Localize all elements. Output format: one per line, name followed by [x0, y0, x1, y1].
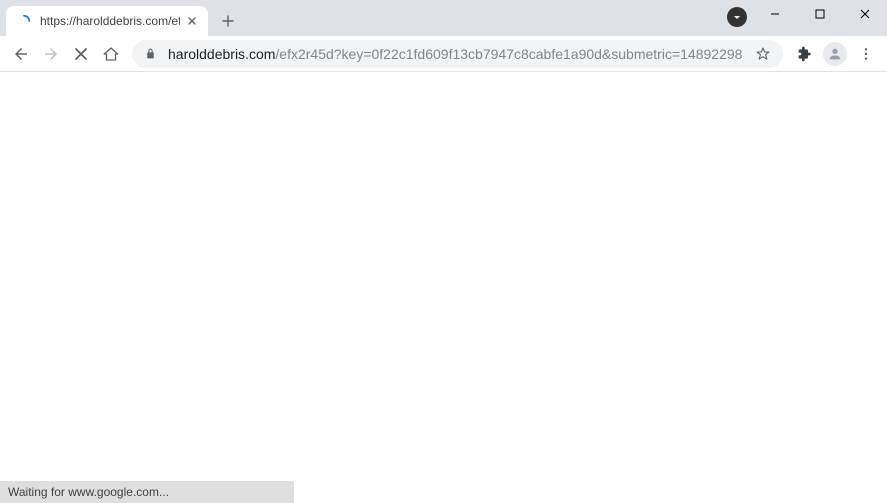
bookmark-button[interactable] [753, 46, 773, 62]
extensions-button[interactable] [789, 39, 819, 69]
window-controls [752, 0, 887, 28]
home-button[interactable] [96, 39, 126, 69]
url-domain: harolddebris.com [168, 46, 275, 62]
lock-icon [142, 46, 158, 62]
page-content [0, 72, 887, 503]
toolbar: harolddebris.com/efx2r45d?key=0f22c1fd60… [0, 36, 887, 72]
close-tab-button[interactable] [184, 13, 200, 29]
tab-title: https://harolddebris.com/efx2r45 [40, 14, 180, 28]
back-button[interactable] [6, 39, 36, 69]
tab-strip: https://harolddebris.com/efx2r45 [0, 0, 242, 36]
status-bar: Waiting for www.google.com... [0, 481, 294, 503]
titlebar: https://harolddebris.com/efx2r45 [0, 0, 887, 36]
maximize-button[interactable] [797, 0, 842, 28]
forward-button[interactable] [36, 39, 66, 69]
close-window-button[interactable] [842, 0, 887, 28]
browser-tab[interactable]: https://harolddebris.com/efx2r45 [6, 6, 208, 36]
new-tab-button[interactable] [214, 7, 242, 35]
loading-spinner-icon [16, 13, 32, 29]
stop-reload-button[interactable] [66, 39, 96, 69]
address-bar[interactable]: harolddebris.com/efx2r45d?key=0f22c1fd60… [132, 40, 783, 68]
search-tabs-button[interactable] [727, 7, 747, 27]
url-text: harolddebris.com/efx2r45d?key=0f22c1fd60… [168, 46, 753, 62]
toolbar-right [789, 39, 881, 69]
minimize-button[interactable] [752, 0, 797, 28]
menu-button[interactable] [851, 39, 881, 69]
profile-button[interactable] [823, 42, 847, 66]
url-path: /efx2r45d?key=0f22c1fd609f13cb7947c8cabf… [275, 46, 742, 62]
